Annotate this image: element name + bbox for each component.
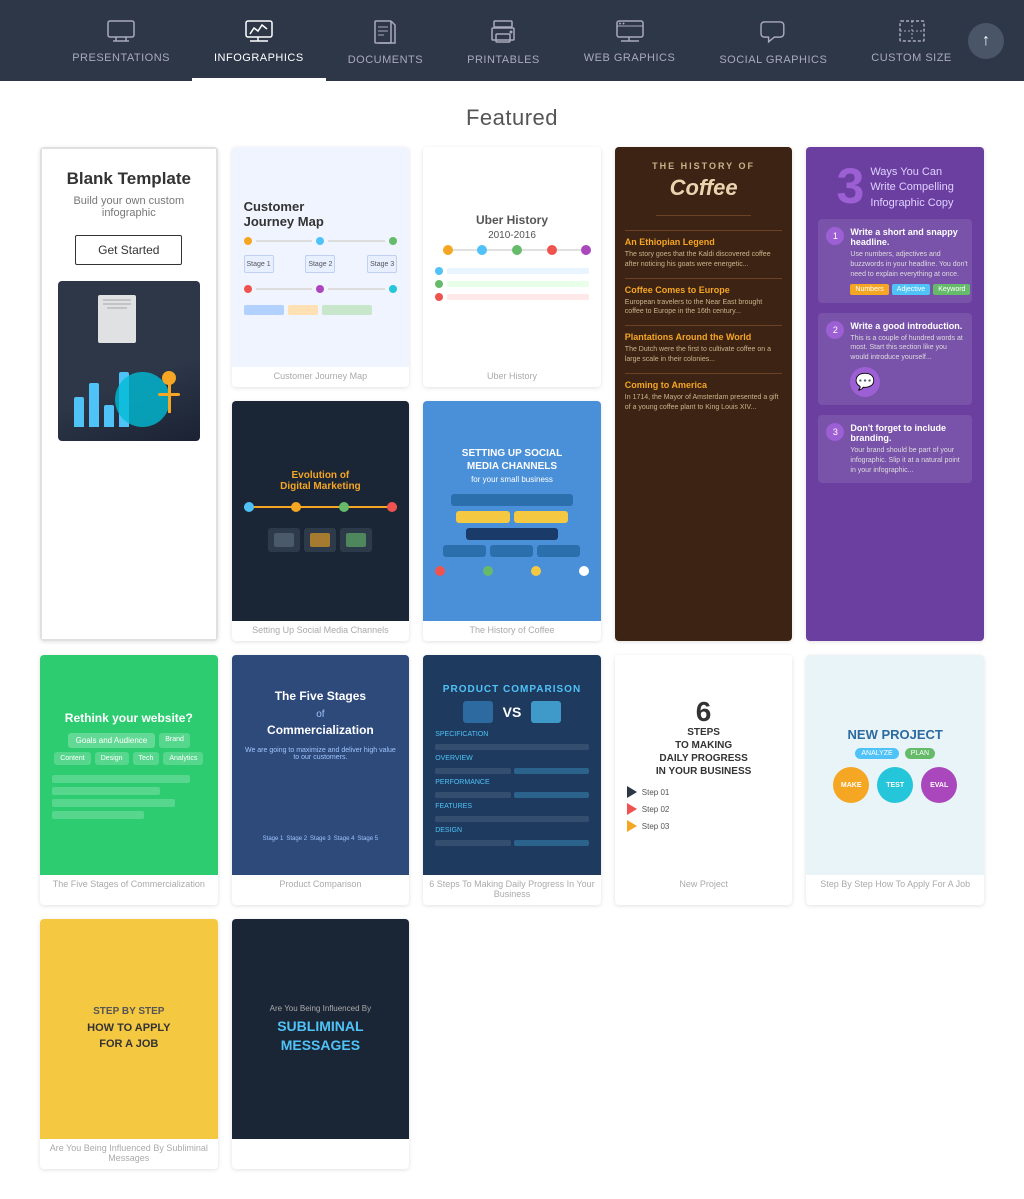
step-by-step-label: Are You Being Influenced By Subliminal M…: [40, 1139, 218, 1169]
coffee-history-header: THE HISTORY OF: [652, 161, 755, 171]
subliminal-title: SUBLIMINALMESSAGES: [277, 1017, 363, 1053]
blank-template-title: Blank Template: [67, 169, 191, 189]
new-project-card[interactable]: NEW PROJECT ANALYZE PLAN MAKE TEST EVAL …: [806, 655, 984, 905]
social-graphics-icon: [760, 20, 786, 48]
five-stages-title: The Five StagesofCommercialization: [267, 688, 374, 739]
dm-label: Setting Up Social Media Channels: [232, 621, 410, 641]
rethink-website-card[interactable]: Rethink your website? Goals and Audience…: [40, 655, 218, 905]
featured-title: Featured: [0, 81, 1024, 147]
stepbystep-title: HOW TO APPLYFOR A JOB: [87, 1021, 170, 1052]
nav-presentations[interactable]: PRESENTATIONS: [50, 10, 192, 81]
customer-journey-map-card[interactable]: CustomerJourney Map Stage 1 Stage 2 Stag…: [232, 147, 410, 387]
nav-documents-label: DOCUMENTS: [348, 54, 423, 66]
dm-title: Evolution ofDigital Marketing: [280, 470, 361, 492]
coffee-main-title: Coffee: [670, 175, 738, 201]
documents-icon: [374, 20, 396, 48]
nav-presentations-label: PRESENTATIONS: [72, 52, 170, 64]
infographics-icon: [245, 20, 273, 46]
nav-web-graphics[interactable]: WEB GRAPHICS: [562, 10, 698, 81]
rethink-label: The Five Stages of Commercialization: [40, 875, 218, 895]
nav-custom-size-label: CUSTOM SIZE: [871, 52, 951, 64]
social-media-card[interactable]: SETTING UP SOCIALMEDIA CHANNELSfor your …: [423, 401, 601, 641]
uber-title: Uber History2010-2016: [476, 213, 548, 241]
blank-template-subtitle: Build your own custom infographic: [58, 195, 200, 219]
subliminal-card[interactable]: Are You Being Influenced By SUBLIMINALME…: [232, 919, 410, 1169]
social-label: The History of Coffee: [423, 621, 601, 641]
blank-template-card[interactable]: Blank Template Build your own custom inf…: [40, 147, 218, 641]
five-stages-card[interactable]: The Five StagesofCommercialization We ar…: [232, 655, 410, 905]
new-project-label: Step By Step How To Apply For A Job: [806, 875, 984, 895]
custom-size-icon: [899, 20, 925, 46]
stepbystep-subtitle: STEP BY STEP: [93, 1006, 164, 1017]
social-title: SETTING UP SOCIALMEDIA CHANNELSfor your …: [462, 447, 562, 486]
product-comparison-title: PRODUCT COMPARISON: [443, 684, 581, 695]
template-grid: Blank Template Build your own custom inf…: [0, 147, 1024, 1169]
6steps-title: STEPSTO MAKINGDAILY PROGRESSIN YOUR BUSI…: [656, 726, 751, 778]
product-comparison-label: 6 Steps To Making Daily Progress In Your…: [423, 875, 601, 905]
scroll-up-button[interactable]: ↑: [968, 23, 1004, 59]
five-stages-label: Product Comparison: [232, 875, 410, 895]
rethink-title: Rethink your website?: [65, 711, 193, 725]
nav-custom-size[interactable]: CUSTOM SIZE: [849, 10, 973, 81]
nav-items: PRESENTATIONS INFOGRAPHICS: [50, 10, 974, 81]
cjm-title: CustomerJourney Map: [244, 199, 324, 229]
product-comparison-card[interactable]: PRODUCT COMPARISON VS SPECIFICATION OVER…: [423, 655, 601, 905]
cjm-label: Customer Journey Map: [232, 367, 410, 387]
nav-documents[interactable]: DOCUMENTS: [326, 10, 445, 81]
6steps-label: New Project: [615, 875, 793, 895]
digital-marketing-card[interactable]: Evolution ofDigital Marketing: [232, 401, 410, 641]
new-project-title: NEW PROJECT: [848, 727, 943, 742]
3-ways-card[interactable]: 3 Ways You CanWrite CompellingInfographi…: [806, 147, 984, 641]
step-by-step-card[interactable]: STEP BY STEP HOW TO APPLYFOR A JOB Are Y…: [40, 919, 218, 1169]
presentations-icon: [107, 20, 135, 46]
nav-printables[interactable]: PRINTABLES: [445, 10, 562, 81]
main-content: Featured Blank Template Build your own c…: [0, 81, 1024, 1199]
uber-label: Uber History: [423, 367, 601, 387]
nav-web-graphics-label: WEB GRAPHICS: [584, 52, 676, 64]
uber-history-card[interactable]: Uber History2010-2016: [423, 147, 601, 387]
top-navigation: PRESENTATIONS INFOGRAPHICS: [0, 0, 1024, 81]
nav-infographics[interactable]: INFOGRAPHICS: [192, 10, 326, 81]
three-ways-num: 3: [837, 161, 865, 211]
three-ways-text: Ways You CanWrite CompellingInfographic …: [870, 165, 954, 211]
nav-social-graphics-label: SOCIAL GRAPHICS: [719, 54, 827, 66]
nav-infographics-label: INFOGRAPHICS: [214, 52, 304, 64]
coffee-history-card[interactable]: THE HISTORY OF Coffee An Ethiopian Legen…: [615, 147, 793, 641]
subliminal-pre: Are You Being Influenced By: [270, 1004, 371, 1013]
web-graphics-icon: [616, 20, 644, 46]
nav-social-graphics[interactable]: SOCIAL GRAPHICS: [697, 10, 849, 81]
6-steps-card[interactable]: 6 STEPSTO MAKINGDAILY PROGRESSIN YOUR BU…: [615, 655, 793, 905]
6steps-num: 6: [696, 698, 712, 726]
get-started-button[interactable]: Get Started: [75, 235, 182, 265]
subliminal-label: [232, 1139, 410, 1149]
printables-icon: [489, 20, 517, 48]
nav-printables-label: PRINTABLES: [467, 54, 540, 66]
